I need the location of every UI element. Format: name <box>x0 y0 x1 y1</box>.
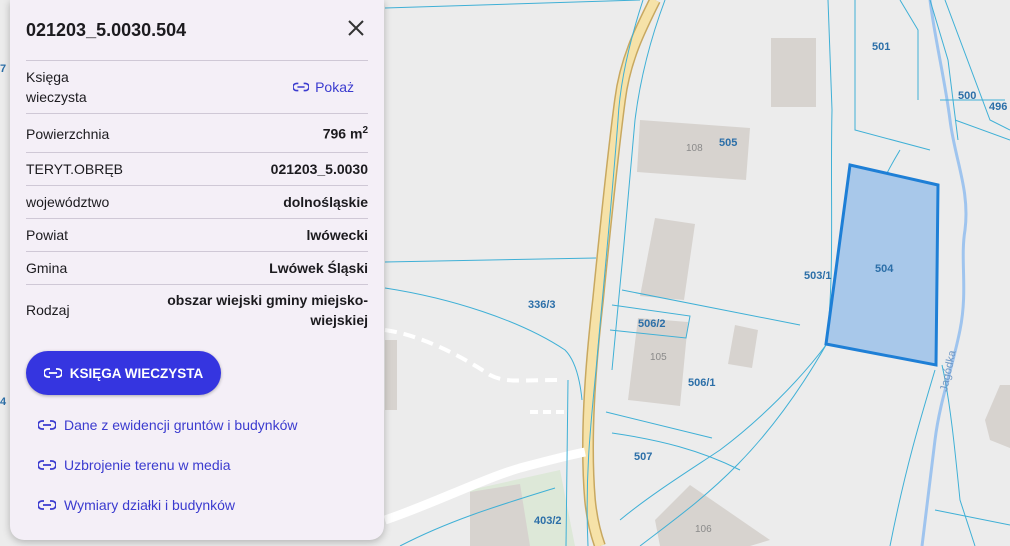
parcel-label: 403/2 <box>534 515 562 527</box>
building-number: 105 <box>650 352 667 363</box>
type-value: obszar wiejski gminy miejsko-wiejskiej <box>167 291 368 328</box>
show-link-label: Pokaż <box>315 79 354 95</box>
parcel-id-title: 021203_5.0030.504 <box>26 20 187 40</box>
link-icon <box>38 500 56 510</box>
parcel-label: 506/2 <box>638 318 666 330</box>
parcel-label: 336/3 <box>528 299 556 311</box>
parcel-label: 504 <box>875 263 894 275</box>
show-land-register-link[interactable]: Pokaż <box>293 79 354 95</box>
area-label: Powierzchnia <box>26 126 110 142</box>
dimensions-link[interactable]: Wymiary działki i budynków <box>38 497 235 513</box>
parcel-info-panel: 021203_5.0030.504 Księga wieczysta Pokaż… <box>10 0 384 540</box>
building <box>771 38 816 107</box>
parcel-label: 501 <box>872 41 890 53</box>
parcel-label: 505 <box>719 137 737 149</box>
utilities-link[interactable]: Uzbrojenie terenu w media <box>38 457 231 473</box>
teryt-label: TERYT.OBRĘB <box>26 161 123 177</box>
land-register-button[interactable]: KSIĘGA WIECZYSTA <box>26 351 221 395</box>
county-value: lwówecki <box>306 227 368 243</box>
parcel-label: 496 <box>989 101 1007 113</box>
attribute-table: Księga wieczysta Pokaż Powierzchnia 796 … <box>26 60 368 334</box>
commune-label: Gmina <box>26 260 68 276</box>
parcel-label: 500 <box>958 90 976 102</box>
link-icon <box>38 460 56 470</box>
building-number: 108 <box>686 143 703 154</box>
parcel-label: 503/1 <box>804 270 832 282</box>
utilities-link-label: Uzbrojenie terenu w media <box>64 457 231 473</box>
ksiega-label: Księga wieczysta <box>26 69 87 105</box>
area-value: 796 m2 <box>322 124 368 142</box>
land-records-link[interactable]: Dane z ewidencji gruntów i budynków <box>38 417 297 433</box>
row-teryt: TERYT.OBRĘB 021203_5.0030 <box>26 152 368 185</box>
row-ksiega: Księga wieczysta Pokaż <box>26 60 368 113</box>
row-county: Powiat lwówecki <box>26 218 368 251</box>
row-area: Powierzchnia 796 m2 <box>26 113 368 152</box>
dimensions-link-label: Wymiary działki i budynków <box>64 497 236 513</box>
commune-value: Lwówek Śląski <box>269 260 368 276</box>
building <box>470 484 530 546</box>
link-icon <box>43 368 62 378</box>
link-icon <box>38 420 56 430</box>
parcel-label: 4 <box>0 396 7 408</box>
county-label: Powiat <box>26 227 69 243</box>
building-number: 106 <box>695 524 712 535</box>
row-commune: Gmina Lwówek Śląski <box>26 251 368 284</box>
land-records-link-label: Dane z ewidencji gruntów i budynków <box>64 417 298 433</box>
voivodeship-label: województwo <box>26 194 110 210</box>
parcel-label: 506/1 <box>688 377 716 389</box>
teryt-value: 021203_5.0030 <box>270 161 368 177</box>
land-register-button-label: KSIĘGA WIECZYSTA <box>69 365 204 381</box>
close-icon <box>348 20 364 36</box>
parcel-label: 7 <box>0 63 6 75</box>
row-type: Rodzaj obszar wiejski gminy miejsko-wiej… <box>26 284 368 334</box>
type-label: Rodzaj <box>26 301 70 318</box>
voivodeship-value: dolnośląskie <box>283 194 368 210</box>
parcel-label: 507 <box>634 451 652 463</box>
close-button[interactable] <box>344 16 368 40</box>
link-icon <box>293 82 310 92</box>
row-voivodeship: województwo dolnośląskie <box>26 185 368 218</box>
